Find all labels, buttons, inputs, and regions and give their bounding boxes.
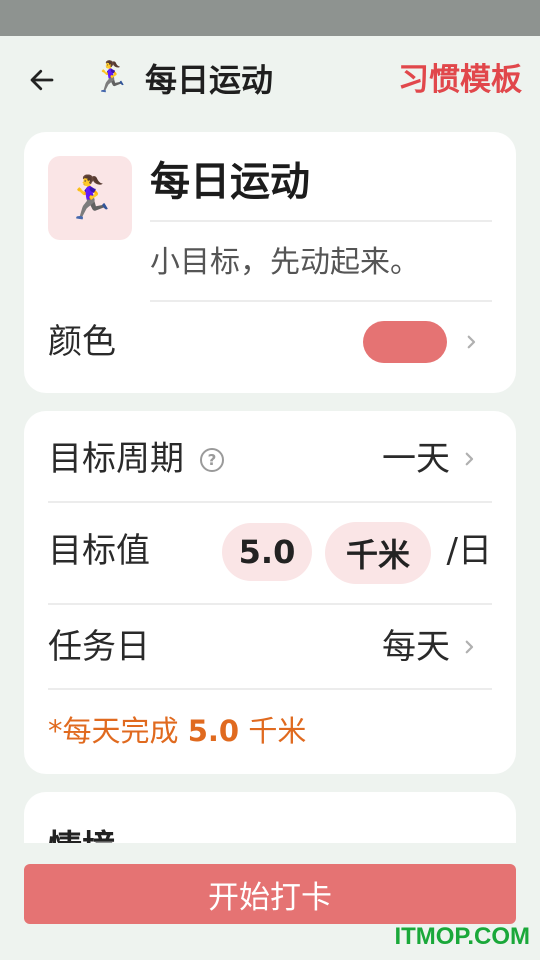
goal-period-row[interactable]: 目标周期 ? 一天 — [48, 411, 492, 503]
goal-settings-card: 目标周期 ? 一天 目标值 5.0 千米 /日 任务日 每天 *每天完成 5.0… — [24, 411, 516, 774]
goal-summary: *每天完成 5.0 千米 — [48, 711, 306, 751]
goal-unit-pill[interactable]: 千米 — [325, 522, 431, 584]
task-day-value: 每天 — [382, 627, 450, 667]
runner-icon: 🏃‍♀️ — [63, 173, 117, 222]
page-title: 每日运动 — [145, 61, 274, 99]
start-checkin-button[interactable]: 开始打卡 — [24, 864, 516, 924]
chevron-right-icon — [458, 636, 480, 658]
arrow-left-icon — [30, 69, 54, 91]
runner-icon: 🏃‍♀️ — [92, 60, 130, 95]
chevron-right-icon — [458, 448, 480, 470]
color-label: 颜色 — [48, 322, 116, 362]
habit-name-field[interactable]: 每日运动 — [150, 154, 492, 222]
goal-value-suffix: /日 — [446, 531, 492, 571]
color-swatch[interactable] — [363, 321, 447, 363]
status-bar — [0, 0, 540, 36]
goal-period-label: 目标周期 — [48, 439, 184, 479]
habit-icon-picker[interactable]: 🏃‍♀️ — [48, 156, 132, 240]
back-button[interactable] — [22, 60, 62, 100]
chevron-right-icon[interactable] — [460, 331, 482, 353]
habit-description-field[interactable]: 小目标，先动起来。 — [150, 224, 492, 302]
habit-info-card: 🏃‍♀️ 每日运动 小目标，先动起来。 颜色 — [24, 132, 516, 393]
goal-period-value: 一天 — [382, 439, 450, 479]
habit-template-link[interactable]: 习惯模板 — [398, 58, 522, 102]
task-day-label: 任务日 — [48, 627, 150, 667]
watermark: ITMOP.COM — [394, 923, 530, 950]
top-bar: 🏃‍♀️ 每日运动 习惯模板 — [0, 36, 540, 122]
help-icon[interactable]: ? — [200, 448, 224, 472]
task-day-row[interactable]: 任务日 每天 — [48, 605, 492, 690]
summary-prefix: *每天完成 — [48, 714, 179, 748]
goal-amount-pill[interactable]: 5.0 — [222, 523, 312, 581]
summary-unit: 千米 — [248, 714, 307, 748]
goal-value-row: 目标值 5.0 千米 /日 — [48, 503, 492, 605]
goal-value-label: 目标值 — [48, 531, 150, 571]
summary-amount: 5.0 — [187, 714, 240, 748]
